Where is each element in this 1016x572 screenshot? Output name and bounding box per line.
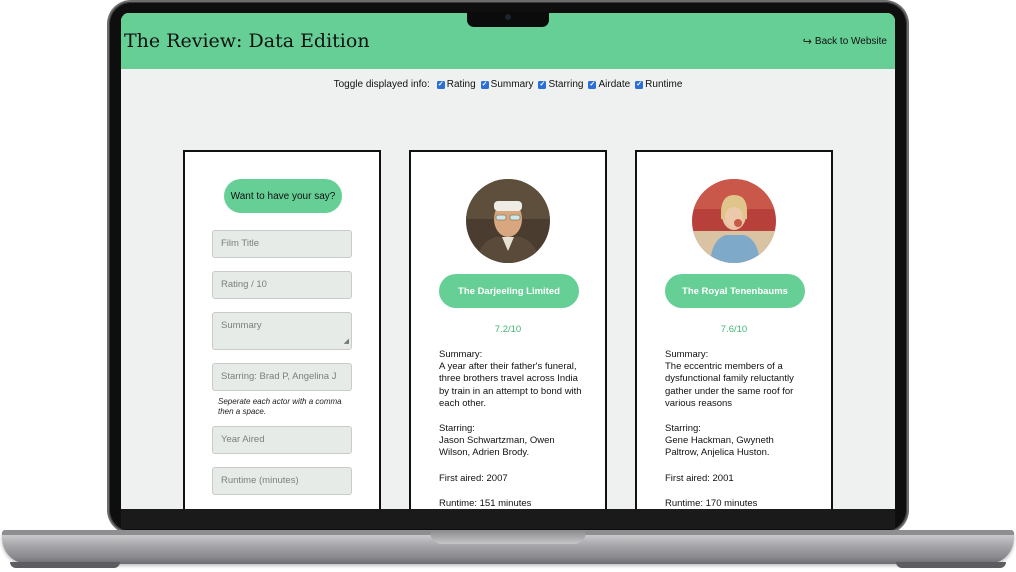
toggles-label: Toggle displayed info: (333, 79, 430, 90)
toggle-airdate[interactable]: ✓ Airdate (588, 79, 630, 90)
summary-label: Summary: (439, 349, 483, 360)
toggle-airdate-label: Airdate (598, 79, 631, 90)
toggle-runtime[interactable]: ✓ Runtime (635, 79, 682, 90)
film-card: The Darjeeling Limited 7.2/10 Summary: A… (409, 150, 607, 509)
page-title: The Review: Data Edition (124, 30, 370, 52)
have-your-say-button[interactable]: Want to have your say? (224, 179, 342, 213)
toggle-rating[interactable]: ✓ Rating (436, 79, 476, 90)
checkbox-summary[interactable]: ✓ (480, 80, 489, 89)
toggle-starring-label: Starring (548, 79, 584, 90)
review-form-card: Want to have your say? Film Title Rating… (183, 150, 381, 509)
camera-icon (505, 14, 511, 20)
toggle-runtime-label: Runtime (645, 79, 683, 90)
return-arrow-icon: ↪ (802, 35, 812, 48)
starring-help-text: Seperate each actor with a comma then a … (218, 397, 342, 416)
film-summary: A year after their father's funeral, thr… (439, 361, 582, 409)
film-first-aired: First aired: 2007 (439, 473, 508, 484)
back-link-label: Back to Website (814, 35, 887, 47)
starring-label: Starring: (665, 423, 701, 434)
checkbox-airdate[interactable]: ✓ (588, 80, 597, 89)
checkbox-rating[interactable]: ✓ (436, 80, 445, 89)
film-title-input[interactable]: Film Title (212, 230, 352, 258)
checkbox-runtime[interactable]: ✓ (635, 80, 644, 89)
film-rating: 7.6/10 (720, 324, 748, 335)
film-runtime: Runtime: 170 minutes (665, 498, 758, 509)
film-starring: Jason Schwartzman, Owen Wilson, Adrien B… (439, 435, 555, 459)
toggle-starring[interactable]: ✓ Starring (538, 79, 583, 90)
film-poster-avatar (466, 179, 550, 263)
summary-placeholder: Summary (221, 320, 262, 331)
film-starring: Gene Hackman, Gwyneth Paltrow, Anjelica … (665, 435, 774, 459)
screen-bottom-bezel (121, 509, 895, 529)
film-summary: The eccentric members of a dysfunctional… (665, 361, 794, 409)
resize-handle-icon[interactable]: ◢ (344, 337, 349, 347)
film-title-button[interactable]: The Royal Tenenbaums (665, 274, 805, 308)
toggle-rating-label: Rating (446, 79, 476, 90)
starring-input[interactable]: Starring: Brad P, Angelina J (212, 363, 352, 391)
toggle-summary-label: Summary (490, 79, 534, 90)
film-poster-avatar (692, 179, 776, 263)
film-title-button[interactable]: The Darjeeling Limited (439, 274, 579, 308)
starring-label: Starring: (439, 423, 475, 434)
toggle-summary[interactable]: ✓ Summary (480, 79, 534, 90)
year-aired-input[interactable]: Year Aired (212, 426, 352, 454)
back-to-website-link[interactable]: ↪ Back to Website (803, 35, 887, 48)
summary-label: Summary: (665, 349, 709, 360)
film-card: The Royal Tenenbaums 7.6/10 Summary: The… (635, 150, 833, 509)
summary-textarea[interactable]: Summary ◢ (212, 312, 352, 350)
checkbox-starring[interactable]: ✓ (538, 80, 547, 89)
browser-viewport: The Review: Data Edition ↪ Back to Websi… (121, 13, 895, 509)
rating-input[interactable]: Rating / 10 (212, 271, 352, 299)
laptop-foot (10, 562, 120, 568)
film-first-aired: First aired: 2001 (665, 473, 734, 484)
runtime-input[interactable]: Runtime (minutes) (212, 467, 352, 495)
laptop-thumb-notch (430, 531, 586, 544)
laptop-foot (896, 562, 1006, 568)
film-runtime: Runtime: 151 minutes (439, 498, 532, 509)
display-toggles: Toggle displayed info: ✓ Rating ✓ Summary … (121, 79, 895, 90)
film-rating: 7.2/10 (494, 324, 522, 335)
